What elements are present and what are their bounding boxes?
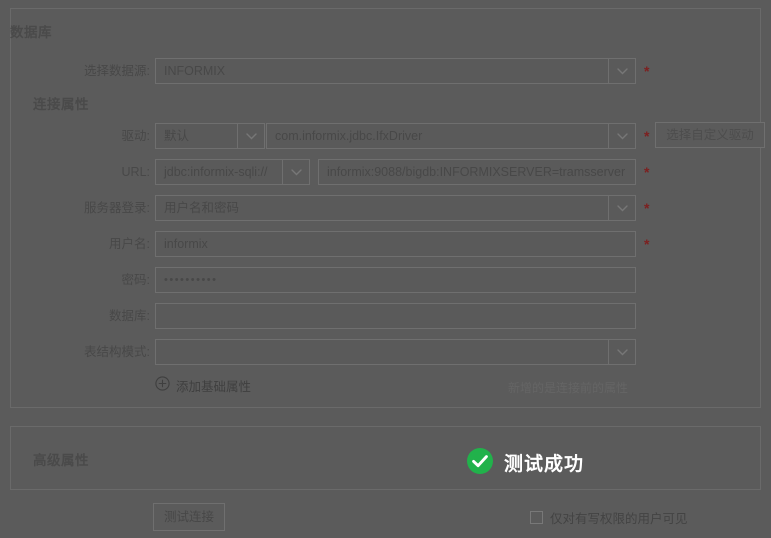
chevron-down-icon[interactable] bbox=[608, 196, 635, 220]
datasource-label: 选择数据源: bbox=[84, 64, 150, 78]
username-value: informix bbox=[164, 237, 208, 251]
database-section-title: 数据库 bbox=[10, 25, 52, 40]
schema-row: 表结构模式: bbox=[0, 339, 771, 365]
driver-class-select[interactable]: com.informix.jdbc.IfxDriver bbox=[266, 123, 636, 149]
property-hint-text: 新增的是连接前的属性 bbox=[508, 381, 629, 395]
url-scheme-value: jdbc:informix-sqli:// bbox=[164, 165, 268, 179]
advanced-properties-card bbox=[10, 426, 761, 490]
username-input[interactable]: informix bbox=[155, 231, 636, 257]
write-permission-visibility-checkbox[interactable]: 仅对有写权限的用户可见 bbox=[530, 508, 688, 527]
schema-label: 表结构模式: bbox=[84, 345, 150, 359]
datasource-row: 选择数据源: INFORMIX * bbox=[0, 58, 771, 84]
chevron-down-icon[interactable] bbox=[608, 59, 635, 83]
add-base-property-label: 添加基础属性 bbox=[176, 379, 252, 394]
url-required-asterisk: * bbox=[644, 164, 650, 180]
check-circle-icon bbox=[466, 447, 494, 478]
password-input[interactable]: •••••••••• bbox=[155, 267, 636, 293]
server-login-row: 服务器登录: 用户名和密码 * bbox=[0, 195, 771, 221]
server-login-select[interactable]: 用户名和密码 bbox=[155, 195, 636, 221]
driver-required-asterisk: * bbox=[644, 128, 650, 144]
username-label: 用户名: bbox=[109, 237, 150, 251]
url-scheme-select[interactable]: jdbc:informix-sqli:// bbox=[155, 159, 310, 185]
checkbox-box[interactable] bbox=[530, 511, 543, 524]
add-base-property-link[interactable]: 添加基础属性 bbox=[155, 375, 251, 395]
password-row: 密码: •••••••••• bbox=[0, 267, 771, 293]
test-connection-button[interactable]: 测试连接 bbox=[153, 503, 225, 531]
connection-section-title: 连接属性 bbox=[33, 97, 89, 112]
chevron-down-icon[interactable] bbox=[282, 160, 309, 184]
schema-label-wrap: 表结构模式: bbox=[0, 339, 150, 365]
server-login-label-wrap: 服务器登录: bbox=[0, 195, 150, 221]
database-label-wrap: 数据库: bbox=[0, 303, 150, 329]
datasource-label-wrap: 选择数据源: bbox=[0, 58, 150, 84]
username-row: 用户名: informix * bbox=[0, 231, 771, 257]
checkbox-label: 仅对有写权限的用户可见 bbox=[550, 512, 688, 526]
username-label-wrap: 用户名: bbox=[0, 231, 150, 257]
advanced-section-title: 高级属性 bbox=[33, 453, 89, 468]
driver-class-value: com.informix.jdbc.IfxDriver bbox=[275, 129, 423, 143]
driver-mode-value: 默认 bbox=[164, 129, 190, 143]
server-login-label: 服务器登录: bbox=[84, 201, 150, 215]
url-rest-value: informix:9088/bigdb:INFORMIXSERVER=trams… bbox=[327, 165, 626, 179]
url-rest-input[interactable]: informix:9088/bigdb:INFORMIXSERVER=trams… bbox=[318, 159, 636, 185]
chevron-down-icon[interactable] bbox=[608, 340, 635, 364]
datasource-select[interactable]: INFORMIX bbox=[155, 58, 636, 84]
driver-label-wrap: 驱动: bbox=[0, 123, 150, 149]
database-input[interactable] bbox=[155, 303, 636, 329]
server-login-value: 用户名和密码 bbox=[164, 201, 240, 215]
plus-circle-icon bbox=[155, 376, 170, 394]
test-success-message: 测试成功 bbox=[504, 453, 585, 475]
password-value: •••••••••• bbox=[164, 274, 218, 286]
password-label: 密码: bbox=[121, 273, 150, 287]
server-login-required-asterisk: * bbox=[644, 200, 650, 216]
schema-select[interactable] bbox=[155, 339, 636, 365]
password-label-wrap: 密码: bbox=[0, 267, 150, 293]
test-success-toast: 测试成功 bbox=[466, 446, 584, 478]
database-row: 数据库: bbox=[0, 303, 771, 329]
datasource-required-asterisk: * bbox=[644, 63, 650, 79]
url-label-wrap: URL: bbox=[0, 159, 150, 185]
database-label: 数据库: bbox=[109, 309, 150, 323]
username-required-asterisk: * bbox=[644, 236, 650, 252]
select-custom-driver-button[interactable]: 选择自定义驱动 bbox=[655, 122, 765, 148]
url-label: URL: bbox=[121, 165, 150, 179]
chevron-down-icon[interactable] bbox=[237, 124, 264, 148]
driver-label: 驱动: bbox=[121, 129, 150, 143]
chevron-down-icon[interactable] bbox=[608, 124, 635, 148]
datasource-value: INFORMIX bbox=[164, 64, 226, 78]
url-row: URL: jdbc:informix-sqli:// informix:9088… bbox=[0, 159, 771, 185]
driver-mode-select[interactable]: 默认 bbox=[155, 123, 265, 149]
